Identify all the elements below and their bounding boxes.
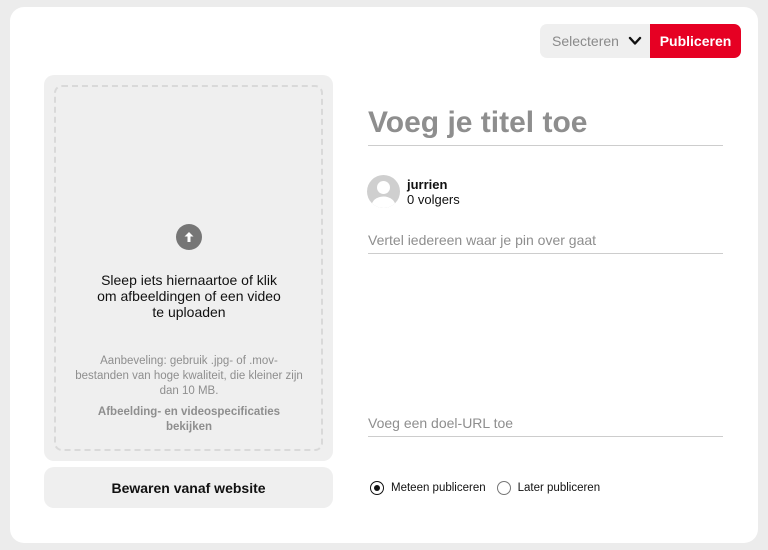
upload-recommendation-line3: dan 10 MB. [159, 385, 219, 397]
upload-arrow-icon[interactable] [176, 224, 202, 250]
user-followers: 0 volgers [407, 192, 460, 207]
publish-later-label: Later publiceren [517, 482, 601, 494]
destination-url-input[interactable] [368, 409, 723, 437]
media-specs-link-line2: bekijken [165, 421, 213, 433]
publish-now-option[interactable]: Meteen publiceren [370, 481, 486, 495]
save-from-website-button[interactable]: Bewaren vanaf website [44, 467, 333, 508]
publish-later-option[interactable]: Later publiceren [496, 481, 601, 495]
upload-instructions-line3: te uploaden [152, 304, 226, 320]
media-specs-link[interactable]: Afbeelding- en videospecificaties bekijk… [60, 405, 318, 435]
publish-timing-options: Meteen publiceren Later publiceren [370, 480, 611, 496]
publish-now-radio[interactable] [370, 481, 384, 495]
board-select-dropdown[interactable]: Selecteren [540, 24, 650, 58]
upload-recommendation-line1: Aanbeveling: gebruik .jpg- of .mov- [100, 355, 278, 367]
board-select-value: Selecteren [552, 33, 619, 49]
user-avatar-icon [367, 175, 400, 208]
pin-description-input[interactable] [368, 226, 723, 254]
user-name: jurrien [407, 177, 448, 192]
upload-instructions-line1: Sleep iets hiernaartoe of klik [101, 272, 277, 288]
pin-title-input[interactable] [368, 100, 723, 146]
upload-recommendation-line2: bestanden van hoge kwaliteit, die kleine… [75, 370, 303, 382]
upload-panel [44, 75, 333, 461]
media-specs-link-line1: Afbeelding- en videospecificaties [97, 406, 281, 418]
publish-now-label: Meteen publiceren [391, 482, 486, 494]
upload-recommendation: Aanbeveling: gebruik .jpg- of .mov- best… [60, 354, 318, 399]
publish-button[interactable]: Publiceren [650, 24, 741, 58]
upload-instructions: Sleep iets hiernaartoe of klik om afbeel… [60, 272, 318, 320]
upload-instructions-line2: om afbeeldingen of een video [97, 288, 281, 304]
publish-later-radio[interactable] [496, 481, 511, 495]
chevron-down-icon [628, 36, 642, 45]
